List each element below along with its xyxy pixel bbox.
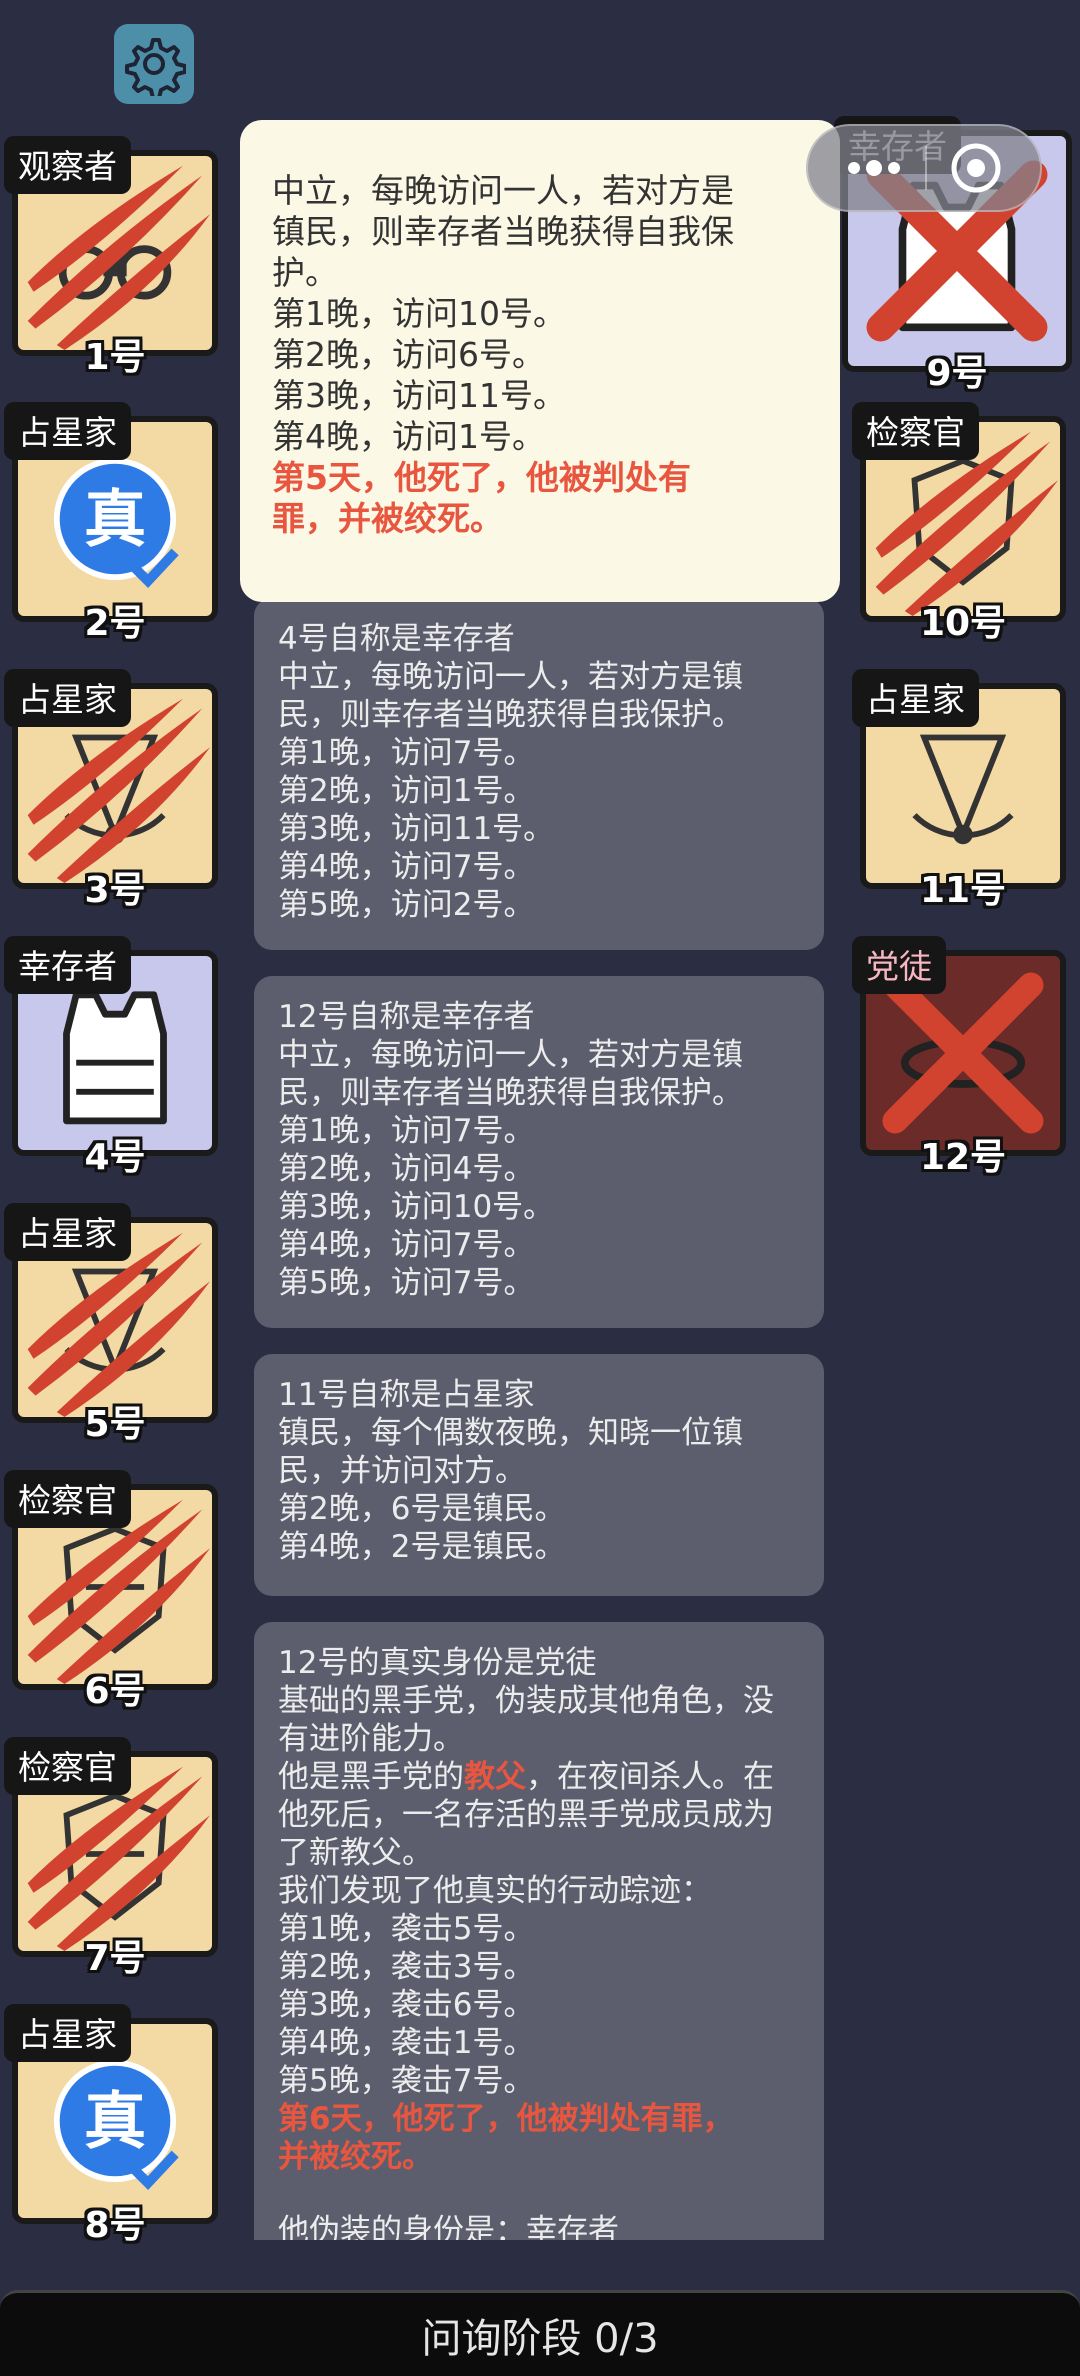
panel-line: 第3晚，访问11号。 xyxy=(278,811,555,847)
player-card-8[interactable]: 真 占星家 8号 xyxy=(4,2004,218,2246)
panel-line: 民，并访问对方。 xyxy=(278,1453,526,1489)
panel-line: 我们发现了他真实的行动踪迹： xyxy=(278,1873,712,1909)
player-number: 8号 xyxy=(84,2205,146,2246)
panel-line: 有进阶能力。 xyxy=(278,1721,464,1757)
player-card-7[interactable]: 检察官 7号 xyxy=(4,1737,218,1979)
godfather-word: 教父 xyxy=(464,1759,526,1795)
player-card-6[interactable]: 检察官 6号 xyxy=(4,1470,218,1712)
role-tag: 占星家 xyxy=(4,669,131,727)
panel-line: 第1晚，袭击5号。 xyxy=(278,1911,535,1947)
role-tag: 占星家 xyxy=(4,402,131,460)
panel-line: 第4晚，袭击1号。 xyxy=(278,2025,535,2061)
panel-line: 第5晚，袭击7号。 xyxy=(278,2063,535,2099)
role-tag: 占星家 xyxy=(852,669,979,727)
player-number: 4号 xyxy=(84,1137,146,1178)
claim-panel-4: 4号自称是幸存者 中立，每晚访问一人，若对方是镇 民，则幸存者当晚获得自我保护。… xyxy=(254,598,824,950)
tooltip-line: 第1晚，访问10号。 xyxy=(272,294,566,333)
tooltip-death-line: 罪，并被绞死。 xyxy=(272,499,503,538)
tooltip-line: 第2晚，访问6号。 xyxy=(272,335,545,374)
player-number: 5号 xyxy=(84,1404,146,1445)
panel-line: 第2晚，访问4号。 xyxy=(278,1151,535,1187)
player-number: 10号 xyxy=(919,603,1007,644)
panel-death-line: 并被绞死。 xyxy=(278,2139,433,2175)
tooltip-line: 第4晚，访问1号。 xyxy=(272,417,545,456)
godfather-post: ，在夜间杀人。在 xyxy=(526,1759,774,1795)
mini-program-capsule[interactable] xyxy=(806,124,1042,212)
settings-button[interactable] xyxy=(114,24,194,104)
panel-line: 第4晚，访问7号。 xyxy=(278,1227,535,1263)
true-badge-label: 真 xyxy=(84,2084,146,2157)
player-card-1[interactable]: 观察者 1号 xyxy=(4,136,218,378)
tooltip-death-line: 第5天，他死了，他被判处有 xyxy=(272,458,691,497)
panel-line: 12号的真实身份是党徒 xyxy=(278,1645,597,1681)
panel-line: 第1晚，访问7号。 xyxy=(278,1113,535,1149)
role-tag: 占星家 xyxy=(4,2004,131,2062)
panel-spacer xyxy=(278,2176,800,2212)
tooltip-line: 护。 xyxy=(272,253,338,292)
player-card-5[interactable]: 占星家 5号 xyxy=(4,1203,218,1445)
panel-line: 11号自称是占星家 xyxy=(278,1377,535,1413)
player-number: 12号 xyxy=(919,1137,1007,1178)
player-card-11[interactable]: 占星家 11号 xyxy=(852,669,1066,911)
player-card-10[interactable]: 检察官 10号 xyxy=(852,402,1066,644)
player-number: 7号 xyxy=(84,1938,146,1979)
panel-line: 镇民，每个偶数夜晚，知晓一位镇 xyxy=(278,1415,743,1451)
tooltip-line: 第3晚，访问11号。 xyxy=(272,376,566,415)
player-number: 6号 xyxy=(84,1671,146,1712)
godfather-pre: 他是黑手党的 xyxy=(278,1759,464,1795)
player-number: 3号 xyxy=(84,870,146,911)
truth-panel-12: 12号的真实身份是党徒 基础的黑手党，伪装成其他角色，没 有进阶能力。 他是黑手… xyxy=(254,1622,824,2240)
phase-label: 问询阶段 0/3 xyxy=(421,2315,659,2362)
claim-panel-11: 11号自称是占星家 镇民，每个偶数夜晚，知晓一位镇 民，并访问对方。 第2晚，6… xyxy=(254,1354,824,1596)
panel-line: 第3晚，袭击6号。 xyxy=(278,1987,535,2023)
panel-line: 第2晚，袭击3号。 xyxy=(278,1949,535,1985)
panel-line: 4号自称是幸存者 xyxy=(278,621,515,657)
role-tag: 幸存者 xyxy=(4,936,131,994)
panel-line: 第2晚，访问1号。 xyxy=(278,773,535,809)
player-number: 2号 xyxy=(84,603,146,644)
tooltip-line: 中立，每晚访问一人，若对方是 xyxy=(272,171,734,210)
panel-death-line: 第6天，他死了，他被判处有罪， xyxy=(278,2101,734,2137)
role-tooltip: 中立，每晚访问一人，若对方是 镇民，则幸存者当晚获得自我保 护。 第1晚，访问1… xyxy=(240,120,840,602)
player-card-12[interactable]: 党徒 12号 xyxy=(852,936,1066,1178)
phase-bar: 问询阶段 0/3 xyxy=(0,2290,1080,2376)
role-tag: 检察官 xyxy=(4,1737,131,1795)
panel-line: 中立，每晚访问一人，若对方是镇 xyxy=(278,1037,743,1073)
panel-line: 民，则幸存者当晚获得自我保护。 xyxy=(278,697,743,733)
role-tag: 占星家 xyxy=(4,1203,131,1261)
role-tag: 检察官 xyxy=(4,1470,131,1528)
role-tag: 观察者 xyxy=(4,136,131,194)
player-card-3[interactable]: 占星家 3号 xyxy=(4,669,218,911)
gear-icon xyxy=(125,38,186,96)
panel-line: 他死后，一名存活的黑手党成员成为 xyxy=(278,1797,774,1833)
close-circle-icon[interactable] xyxy=(948,140,1004,196)
panel-line: 第5晚，访问2号。 xyxy=(278,887,535,923)
tooltip-line: 镇民，则幸存者当晚获得自我保 xyxy=(272,212,734,251)
panel-line: 民，则幸存者当晚获得自我保护。 xyxy=(278,1075,743,1111)
player-number: 9号 xyxy=(926,353,988,394)
role-tag: 检察官 xyxy=(852,402,979,460)
panel-line: 了新教父。 xyxy=(278,1835,433,1871)
panel-line: 第4晚，2号是镇民。 xyxy=(278,1529,566,1565)
panel-line-godfather: 他是黑手党的教父，在夜间杀人。在 xyxy=(278,1758,800,1796)
panel-line: 第2晚，6号是镇民。 xyxy=(278,1491,566,1527)
panel-line: 基础的黑手党，伪装成其他角色，没 xyxy=(278,1683,774,1719)
panel-line: 12号自称是幸存者 xyxy=(278,999,535,1035)
panel-line: 他伪装的身份是：幸存者 xyxy=(278,2213,619,2240)
panel-line: 中立，每晚访问一人，若对方是镇 xyxy=(278,659,743,695)
claim-panel-12: 12号自称是幸存者 中立，每晚访问一人，若对方是镇 民，则幸存者当晚获得自我保护… xyxy=(254,976,824,1328)
player-card-2[interactable]: 真 占星家 2号 xyxy=(4,402,218,644)
panel-line: 第5晚，访问7号。 xyxy=(278,1265,535,1301)
panel-line: 第3晚，访问10号。 xyxy=(278,1189,555,1225)
player-card-4[interactable]: 幸存者 4号 xyxy=(4,936,218,1178)
player-number: 1号 xyxy=(84,337,146,378)
panel-line: 第1晚，访问7号。 xyxy=(278,735,535,771)
more-dots-icon[interactable] xyxy=(844,158,904,178)
player-number: 11号 xyxy=(919,870,1007,911)
true-badge-label: 真 xyxy=(84,482,146,555)
role-tag: 党徒 xyxy=(852,936,946,994)
panel-line: 第4晚，访问7号。 xyxy=(278,849,535,885)
